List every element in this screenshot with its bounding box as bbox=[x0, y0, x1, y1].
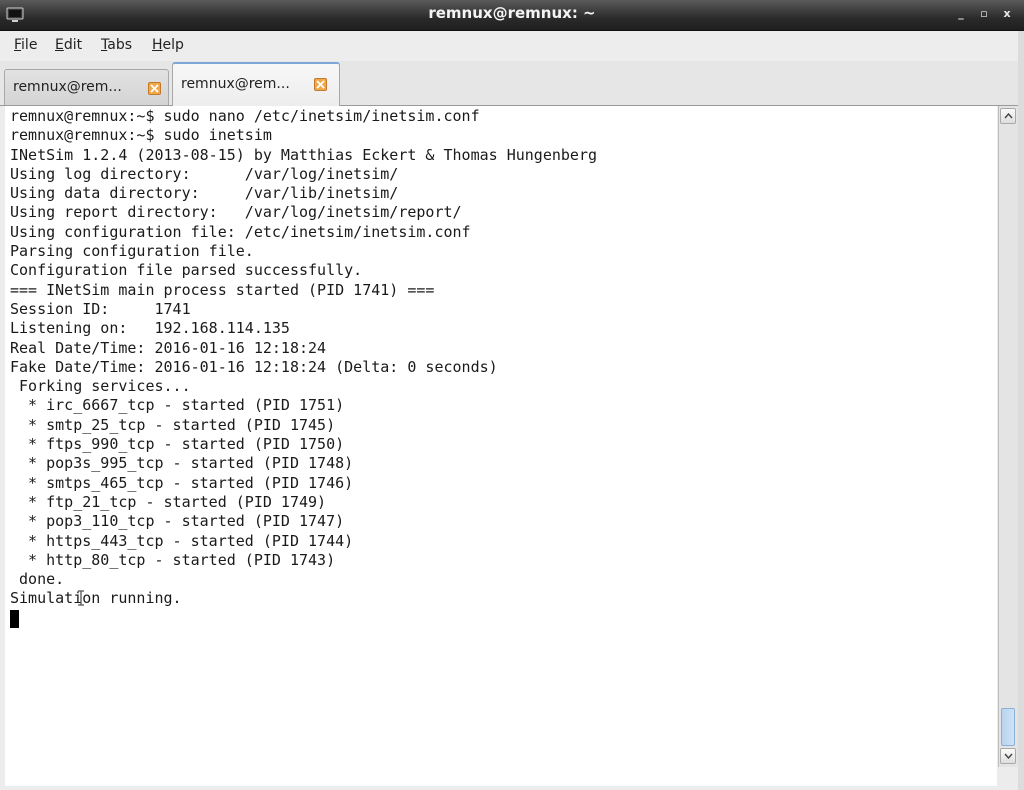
terminal-line: Using report directory: /var/log/inetsim… bbox=[10, 203, 462, 222]
menu-tabs-label: abs bbox=[107, 37, 132, 53]
menu-bar: File Edit Tabs Help bbox=[0, 31, 1024, 61]
terminal-line: remnux@remnux:~$ sudo inetsim bbox=[10, 126, 272, 145]
terminal-line: * smtps_465_tcp - started (PID 1746) bbox=[10, 473, 354, 492]
terminal-cursor bbox=[10, 609, 19, 628]
terminal-line: * pop3s_995_tcp - started (PID 1748) bbox=[10, 454, 354, 473]
scroll-down-button[interactable] bbox=[1000, 748, 1016, 764]
minimize-button[interactable]: _ bbox=[954, 7, 968, 21]
terminal-line: * irc_6667_tcp - started (PID 1751) bbox=[10, 396, 345, 415]
tab-label: remnux@rem... bbox=[13, 79, 122, 95]
terminal-line: Simulation running. bbox=[10, 589, 182, 608]
menu-file-label: ile bbox=[21, 37, 38, 53]
terminal-line: Using log directory: /var/log/inetsim/ bbox=[10, 164, 399, 183]
terminal-line: Listening on: 192.168.114.135 bbox=[10, 319, 290, 338]
tab-strip: remnux@rem... remnux@rem... bbox=[0, 61, 1024, 106]
terminal-line: === INetSim main process started (PID 17… bbox=[10, 280, 435, 299]
tab-terminal-1[interactable]: remnux@rem... bbox=[4, 69, 169, 105]
scroll-up-button[interactable] bbox=[1000, 108, 1016, 124]
terminal-line: Parsing configuration file. bbox=[10, 242, 254, 261]
terminal-output-area[interactable]: remnux@remnux:~$ sudo nano /etc/inetsim/… bbox=[5, 106, 997, 786]
menu-edit[interactable]: Edit bbox=[55, 37, 82, 53]
title-bar[interactable]: remnux@remnux: ~ _ ▫ x bbox=[0, 0, 1024, 31]
terminal-line: * smtp_25_tcp - started (PID 1745) bbox=[10, 415, 336, 434]
tab-label: remnux@rem... bbox=[181, 76, 290, 92]
close-button[interactable]: x bbox=[1000, 7, 1014, 21]
tab-terminal-2[interactable]: remnux@rem... bbox=[172, 62, 340, 106]
chevron-up-icon bbox=[1004, 113, 1013, 119]
terminal-line: * https_443_tcp - started (PID 1744) bbox=[10, 531, 354, 550]
terminal-line: * ftps_990_tcp - started (PID 1750) bbox=[10, 435, 345, 454]
chevron-down-icon bbox=[1004, 753, 1013, 759]
menu-file-mnemonic: F bbox=[14, 37, 22, 53]
menu-help-label: elp bbox=[162, 37, 184, 53]
terminal-line: Session ID: 1741 bbox=[10, 299, 191, 318]
window-title: remnux@remnux: ~ bbox=[428, 4, 596, 22]
terminal-window: remnux@remnux: ~ _ ▫ x File Edit Tabs He… bbox=[0, 0, 1024, 790]
terminal-line: Configuration file parsed successfully. bbox=[10, 261, 363, 280]
menu-tabs[interactable]: Tabs bbox=[101, 37, 132, 53]
maximize-button[interactable]: ▫ bbox=[977, 7, 991, 21]
close-icon[interactable] bbox=[148, 82, 161, 95]
menu-file[interactable]: File bbox=[14, 37, 37, 53]
menu-help-mnemonic: H bbox=[152, 37, 163, 53]
menu-edit-mnemonic: E bbox=[55, 37, 64, 53]
window-border bbox=[1018, 31, 1024, 790]
menu-help[interactable]: Help bbox=[152, 37, 184, 53]
terminal-line: Real Date/Time: 2016-01-16 12:18:24 bbox=[10, 338, 327, 357]
terminal-prompt-line bbox=[10, 609, 597, 628]
terminal-lines: remnux@remnux:~$ sudo nano /etc/inetsim/… bbox=[10, 107, 597, 628]
close-icon[interactable] bbox=[314, 78, 327, 91]
scrollbar-thumb[interactable] bbox=[1001, 708, 1015, 746]
terminal-line: * ftp_21_tcp - started (PID 1749) bbox=[10, 492, 327, 511]
terminal-line: remnux@remnux:~$ sudo nano /etc/inetsim/… bbox=[10, 107, 480, 125]
terminal-line: done. bbox=[10, 570, 65, 589]
terminal-line: * http_80_tcp - started (PID 1743) bbox=[10, 550, 336, 569]
terminal-line: Forking services... bbox=[10, 377, 191, 396]
text-cursor-ibeam-icon bbox=[78, 590, 84, 606]
terminal-line: * pop3_110_tcp - started (PID 1747) bbox=[10, 512, 345, 531]
terminal-line: Fake Date/Time: 2016-01-16 12:18:24 (Del… bbox=[10, 357, 498, 376]
terminal-line: Using data directory: /var/lib/inetsim/ bbox=[10, 184, 399, 203]
menu-edit-label: dit bbox=[63, 37, 83, 53]
terminal-line: INetSim 1.2.4 (2013-08-15) by Matthias E… bbox=[10, 145, 597, 164]
terminal-line: Using configuration file: /etc/inetsim/i… bbox=[10, 222, 471, 241]
vertical-scrollbar[interactable] bbox=[998, 106, 1018, 767]
